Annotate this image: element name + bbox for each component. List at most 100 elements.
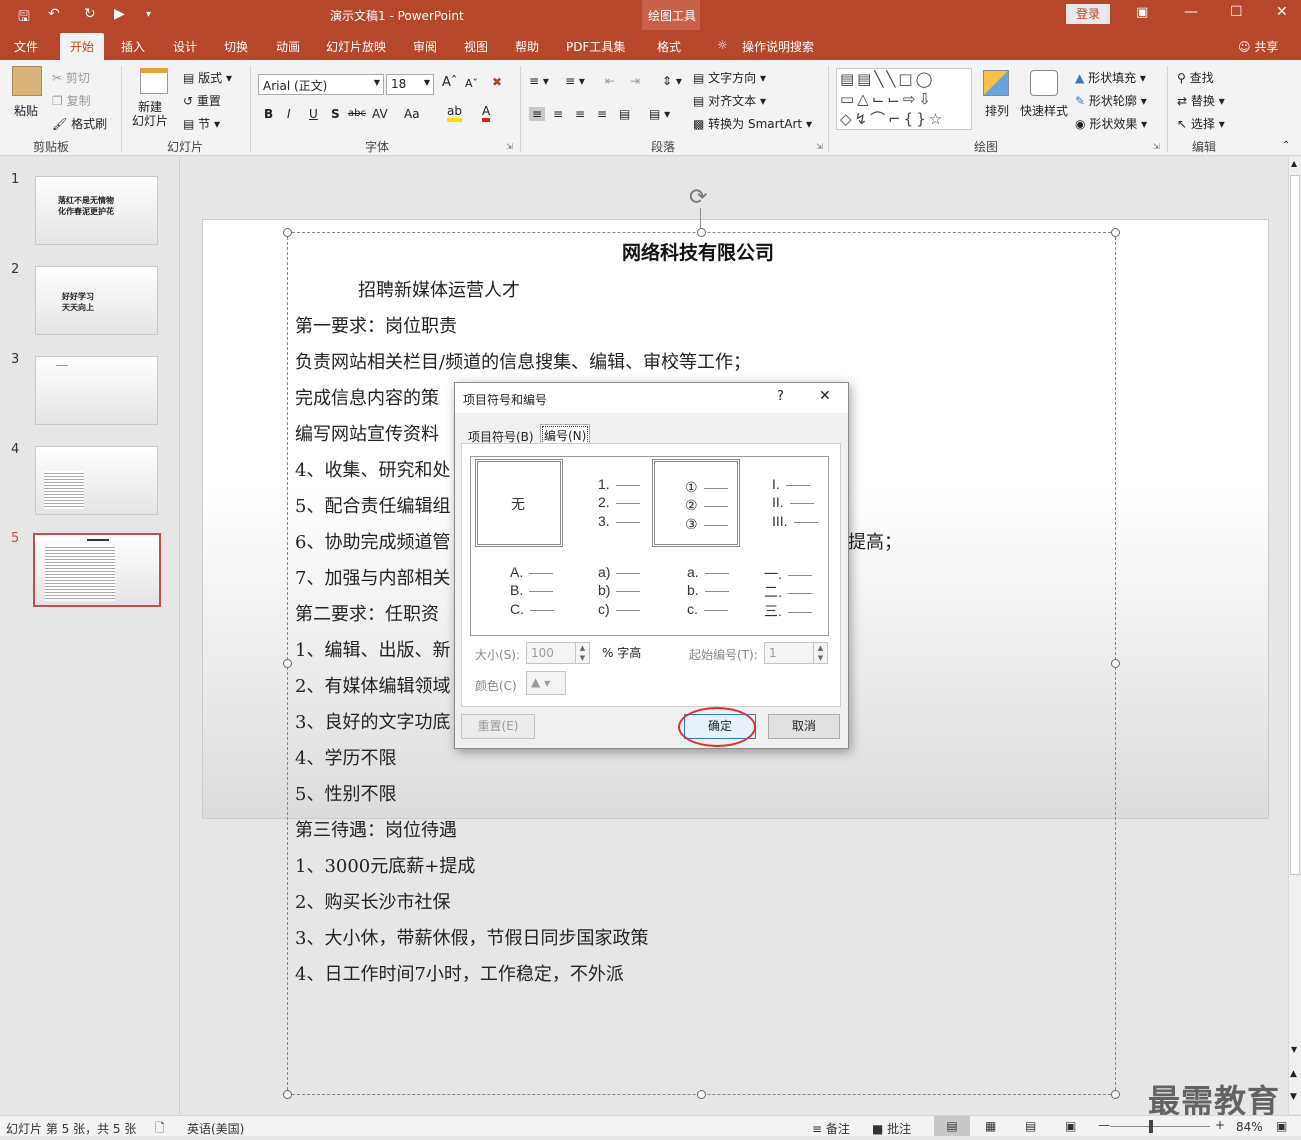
paste-button[interactable]: 粘贴 (14, 102, 38, 119)
shrink-font-icon[interactable]: Aˇ (465, 77, 478, 90)
font-dialog-launcher-icon[interactable]: ⇲ (506, 142, 513, 151)
resize-handle[interactable] (1111, 659, 1120, 668)
shapes-gallery[interactable]: ▤▤╲╲□◯ ▭△⌙⌙⇨⇩ ◇↯⌒⌐{}☆ (836, 68, 972, 130)
scroll-up-icon[interactable]: ▲ (1291, 159, 1297, 168)
collapse-ribbon-icon[interactable]: ⌃ (1282, 140, 1290, 151)
strikethrough-button[interactable]: abc (348, 108, 366, 119)
arrange-button[interactable]: 排列 (985, 102, 1009, 119)
shape-effects-button[interactable]: ◉ 形状效果 ▾ (1075, 115, 1147, 132)
align-text-button[interactable]: ▤ 对齐文本 ▾ (693, 92, 766, 109)
tab-insert[interactable]: 插入 (121, 38, 145, 55)
zoom-level[interactable]: 84% (1236, 1120, 1263, 1134)
slide-sorter-icon[interactable]: ▦ (985, 1119, 996, 1133)
save-icon[interactable]: 🖫 (18, 6, 30, 30)
align-left-icon[interactable]: ≡ (529, 107, 546, 121)
paragraph-dialog-launcher-icon[interactable]: ⇲ (816, 142, 823, 151)
slide-thumbnail-3[interactable] (35, 356, 158, 425)
numbering-option-circled[interactable]: ① ② ③ (652, 459, 740, 547)
copy-button[interactable]: ❐ 复制 (52, 92, 91, 109)
line-spacing-icon[interactable]: ⇕ ▾ (662, 74, 682, 88)
numbering-option-chinese[interactable]: 一. 二. 三. (740, 547, 828, 635)
resize-handle[interactable] (697, 1090, 706, 1099)
scrollbar-thumb[interactable] (1290, 175, 1300, 875)
font-color-button[interactable]: A (482, 104, 491, 122)
resize-handle[interactable] (283, 659, 292, 668)
new-slide-icon[interactable] (140, 68, 168, 94)
tab-design[interactable]: 设计 (173, 38, 197, 55)
slide-thumbnail-2[interactable]: 好好学习 天天向上 (35, 266, 158, 335)
reading-view-icon[interactable]: ▤ (1025, 1119, 1036, 1133)
reset-button[interactable]: 重置(E) (461, 714, 535, 739)
comments-button[interactable]: ■ 批注 (872, 1120, 911, 1137)
replace-button[interactable]: ⇄ 替换 ▾ (1177, 92, 1225, 109)
numbering-option-roman[interactable]: I. II. III. (740, 459, 828, 547)
tab-slideshow[interactable]: 幻灯片放映 (326, 38, 386, 55)
justify-icon[interactable]: ≡ (597, 107, 607, 121)
numbering-option-lower-alpha-paren[interactable]: a) b) c) (563, 547, 651, 635)
zoom-slider[interactable] (1110, 1126, 1210, 1127)
font-size-combo[interactable]: 18 ▼ (386, 74, 434, 95)
cancel-button[interactable]: 取消 (768, 714, 840, 739)
bullets-icon[interactable]: ≡ ▾ (529, 74, 549, 88)
align-right-icon[interactable]: ≡ (575, 107, 585, 121)
previous-slide-icon[interactable]: ▲ (1290, 1069, 1297, 1079)
language-status[interactable]: 英语(美国) (187, 1120, 244, 1137)
zoom-out-icon[interactable]: — (1098, 1118, 1110, 1132)
resize-handle[interactable] (697, 228, 706, 237)
slideshow-from-start-icon[interactable]: ▶ (114, 6, 125, 22)
quick-styles-icon[interactable] (1030, 70, 1058, 96)
slide-thumbnail-5[interactable] (33, 533, 161, 607)
spelling-icon[interactable]: 🗋 (155, 1119, 165, 1140)
align-center-icon[interactable]: ≡ (553, 107, 563, 121)
close-window-icon[interactable]: ✕ (1276, 4, 1288, 20)
text-direction-button[interactable]: ▤ 文字方向 ▾ (693, 69, 766, 86)
tab-animations[interactable]: 动画 (276, 38, 300, 55)
resize-handle[interactable] (283, 228, 292, 237)
help-button[interactable]: ? (777, 389, 784, 404)
shadow-button[interactable]: S (331, 107, 340, 121)
resize-handle[interactable] (1111, 228, 1120, 237)
notes-button[interactable]: ≡ 备注 (812, 1120, 850, 1137)
format-painter-button[interactable]: 🖌 格式刷 (52, 115, 107, 132)
undo-icon[interactable]: ↶ (48, 6, 60, 22)
cut-button[interactable]: ✂ 剪切 (52, 69, 90, 86)
vertical-scrollbar[interactable]: ▲ ▼ ▲ ▼ (1288, 157, 1301, 1114)
fit-to-window-icon[interactable]: ▣ (1276, 1119, 1287, 1133)
tab-view[interactable]: 视图 (464, 38, 488, 55)
tab-format[interactable]: 格式 (657, 38, 681, 55)
tab-pdf-tools[interactable]: PDF工具集 (566, 38, 625, 55)
resize-handle[interactable] (283, 1090, 292, 1099)
section-button[interactable]: ▤ 节 ▾ (183, 115, 220, 132)
normal-view-icon[interactable]: ▤ (934, 1116, 970, 1136)
reset-button[interactable]: ↺ 重置 (183, 92, 221, 109)
scroll-down-icon[interactable]: ▼ (1291, 1045, 1297, 1054)
shape-fill-button[interactable]: ▲ 形状填充 ▾ (1075, 69, 1146, 86)
arrange-icon[interactable] (983, 70, 1009, 96)
slide-thumbnail-1[interactable]: 落红不是无情物 化作春泥更护花 (35, 176, 158, 245)
slideshow-icon[interactable]: ▣ (1065, 1119, 1076, 1133)
columns-icon[interactable]: ▤ ▾ (649, 107, 670, 121)
numbering-none-option[interactable]: 无 (475, 459, 563, 547)
slide-thumbnail-4[interactable] (35, 446, 158, 515)
decrease-indent-icon[interactable]: ⇤ (605, 74, 615, 88)
increase-indent-icon[interactable]: ⇥ (630, 74, 640, 88)
tab-home[interactable]: 开始 (60, 33, 105, 62)
quick-styles-button[interactable]: 快速样式 (1020, 102, 1068, 119)
spin-arrows-icon[interactable]: ▲ ▼ (575, 643, 589, 663)
tell-me-search[interactable]: 操作说明搜索 (742, 38, 814, 55)
grow-font-icon[interactable]: Aˆ (442, 75, 457, 90)
dialog-close-button[interactable]: ✕ (819, 388, 831, 404)
rotate-handle-icon[interactable]: ⟳ (689, 185, 707, 210)
spin-arrows-icon[interactable]: ▲ ▼ (813, 643, 827, 663)
share-button[interactable]: ☺ 共享 (1238, 38, 1278, 55)
layout-button[interactable]: ▤ 版式 ▾ (183, 69, 232, 86)
redo-icon[interactable]: ↻ (84, 6, 96, 22)
bold-button[interactable]: B (264, 107, 273, 121)
change-case-button[interactable]: Aa (404, 107, 420, 121)
tab-review[interactable]: 审阅 (413, 38, 437, 55)
customize-toolbar-icon[interactable]: ▾ (146, 9, 151, 20)
font-name-combo[interactable]: Arial (正文) ▼ (258, 74, 384, 95)
tab-transitions[interactable]: 切换 (224, 38, 248, 55)
paste-icon[interactable] (12, 66, 42, 96)
minimize-icon[interactable]: — (1184, 4, 1198, 20)
